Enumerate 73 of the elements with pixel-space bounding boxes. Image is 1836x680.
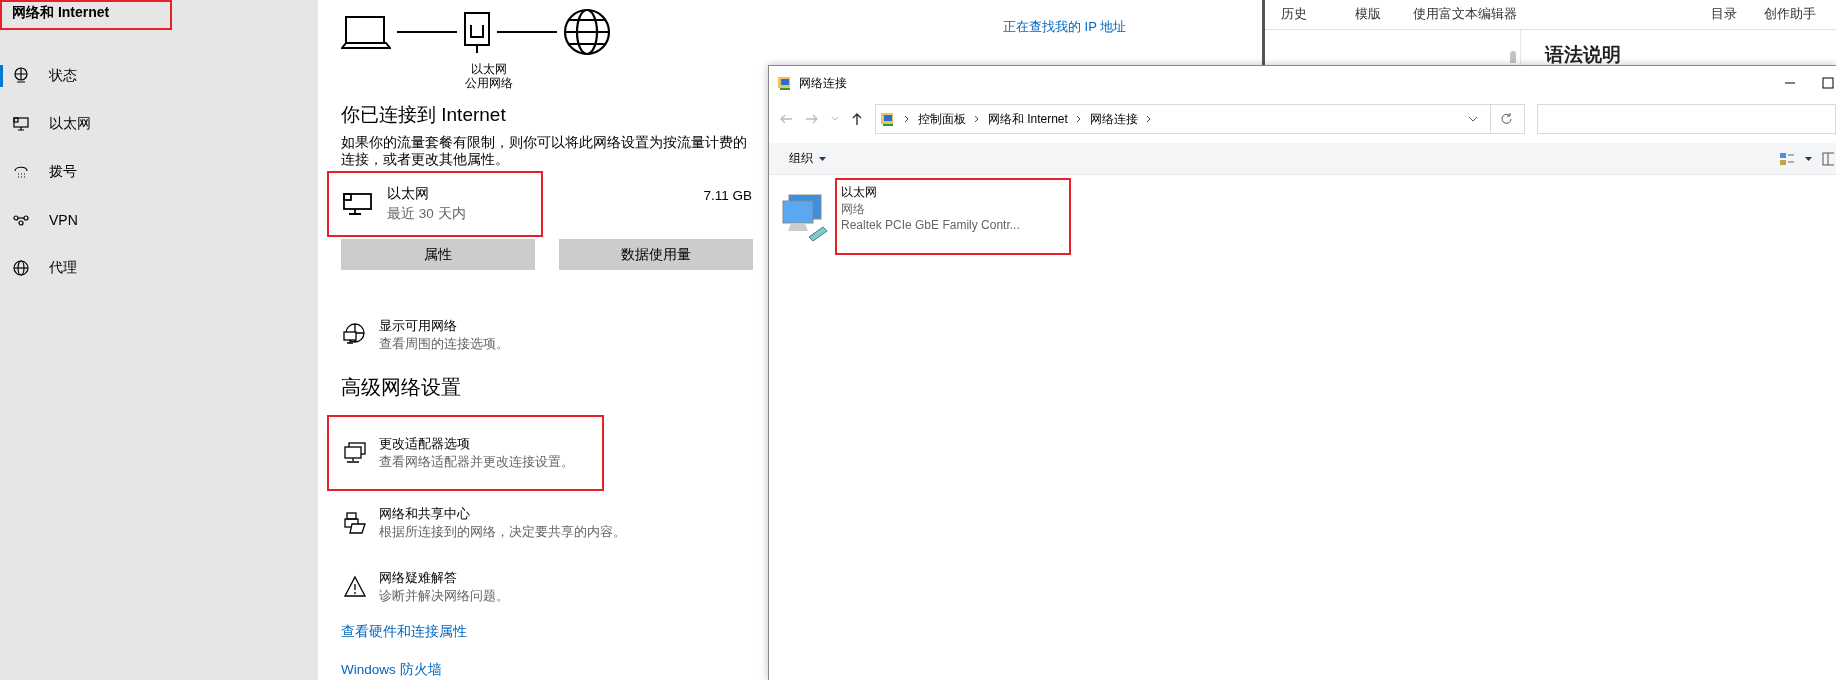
- data-usage: 7.11 GB: [703, 188, 752, 203]
- network-adapter-item[interactable]: 以太网 网络 Realtek PCIe GbE Family Contr...: [779, 178, 1071, 255]
- nav-item[interactable]: 代理: [0, 244, 318, 292]
- printer-folder-icon: [343, 511, 367, 535]
- network-folder-icon: [777, 75, 793, 91]
- laptop-icon: [341, 14, 391, 50]
- globe-monitor-icon: [12, 67, 30, 85]
- toolbar-item[interactable]: 使用富文本编辑器: [1413, 6, 1517, 23]
- maximize-icon[interactable]: [1822, 77, 1834, 89]
- organize-menu[interactable]: 组织: [789, 150, 826, 167]
- settings-link[interactable]: Windows 防火墙: [341, 661, 442, 679]
- ethernet-port-icon: [463, 11, 491, 53]
- connection-line: [397, 31, 457, 33]
- breadcrumb-item[interactable]: 网络和 Internet: [987, 110, 1068, 128]
- connection-period: 最近 30 天内: [387, 205, 466, 223]
- chevron-down-icon[interactable]: [1467, 116, 1478, 122]
- option-description: 诊断并解决网络问题。: [379, 588, 509, 605]
- caret-icon[interactable]: [1805, 156, 1812, 161]
- option-description: 查看周围的连接选项。: [379, 336, 509, 353]
- toolbar-item[interactable]: 创作助手: [1764, 6, 1816, 23]
- adapter-name: 以太网: [841, 184, 878, 201]
- warning-icon: [343, 575, 367, 599]
- toolbar-item[interactable]: 模版: [1355, 6, 1381, 23]
- address-bar[interactable]: 控制面板 网络和 Internet 网络连接: [874, 104, 1525, 134]
- breadcrumb-item[interactable]: 控制面板: [917, 110, 966, 128]
- syntax-heading: 语法说明: [1543, 43, 1621, 67]
- forward-arrow-icon[interactable]: [804, 113, 819, 125]
- globe-monitor-icon: [343, 323, 367, 347]
- caret-icon: [819, 156, 826, 161]
- chevron-right-icon: [973, 115, 980, 123]
- connection-name: 以太网: [387, 185, 430, 203]
- adapter-device: Realtek PCIe GbE Family Contr...: [841, 217, 1020, 234]
- search-field[interactable]: [1536, 104, 1836, 134]
- option-title[interactable]: 网络疑难解答: [379, 569, 509, 587]
- refresh-icon: [1501, 113, 1514, 125]
- scrollbar-thumb[interactable]: [1510, 51, 1516, 63]
- ethernet-monitor-icon: [343, 192, 373, 216]
- toolbar-item[interactable]: 目录: [1711, 6, 1737, 23]
- globe-icon: [12, 259, 30, 277]
- option-title[interactable]: 显示可用网络: [379, 317, 509, 335]
- page-title: 网络和 Internet: [12, 4, 110, 22]
- option-description: 查看网络适配器并更改连接设置。: [379, 454, 574, 471]
- up-arrow-icon[interactable]: [850, 112, 863, 126]
- option-title[interactable]: 网络和共享中心: [379, 505, 626, 523]
- connection-line: [497, 31, 557, 33]
- back-arrow-icon[interactable]: [779, 113, 793, 125]
- view-options-icon[interactable]: [1779, 151, 1795, 166]
- nav-item[interactable]: 拨号: [0, 148, 318, 196]
- ip-address-link[interactable]: 正在查找我的 IP 地址: [1003, 18, 1127, 36]
- adapter-status: 网络: [841, 200, 866, 217]
- chevron-right-icon: [1075, 115, 1082, 123]
- pane-icon[interactable]: [1822, 151, 1834, 166]
- nav-item[interactable]: VPN: [0, 196, 318, 244]
- status-description: 如果你的流量套餐有限制，则你可以将此网络设置为按流量计费的连接，或者更改其他属性。: [341, 134, 748, 168]
- nav-item[interactable]: 以太网: [0, 100, 318, 148]
- properties-button[interactable]: 属性: [341, 239, 535, 270]
- chevron-right-icon: [1145, 115, 1152, 123]
- network-folder-icon: [879, 111, 896, 127]
- chevron-right-icon: [903, 115, 910, 123]
- network-label: 以太网 公用网络: [464, 62, 514, 90]
- settings-link[interactable]: 查看硬件和连接属性: [341, 623, 467, 641]
- status-heading: 你已连接到 Internet: [341, 103, 506, 127]
- globe-icon: [563, 8, 611, 56]
- window-title: 网络连接: [799, 74, 847, 92]
- breadcrumb-item[interactable]: 网络连接: [1089, 110, 1138, 128]
- option-description: 根据所连接到的网络，决定要共享的内容。: [379, 524, 626, 541]
- monitors-icon: [343, 441, 367, 465]
- data-usage-button[interactable]: 数据使用量: [559, 239, 753, 270]
- toolbar-item[interactable]: 历史: [1281, 6, 1307, 23]
- ethernet-monitor-icon: [12, 115, 30, 133]
- nav-item[interactable]: 状态: [0, 52, 318, 100]
- option-title[interactable]: 更改适配器选项: [379, 435, 574, 453]
- section-heading: 高级网络设置: [341, 375, 461, 400]
